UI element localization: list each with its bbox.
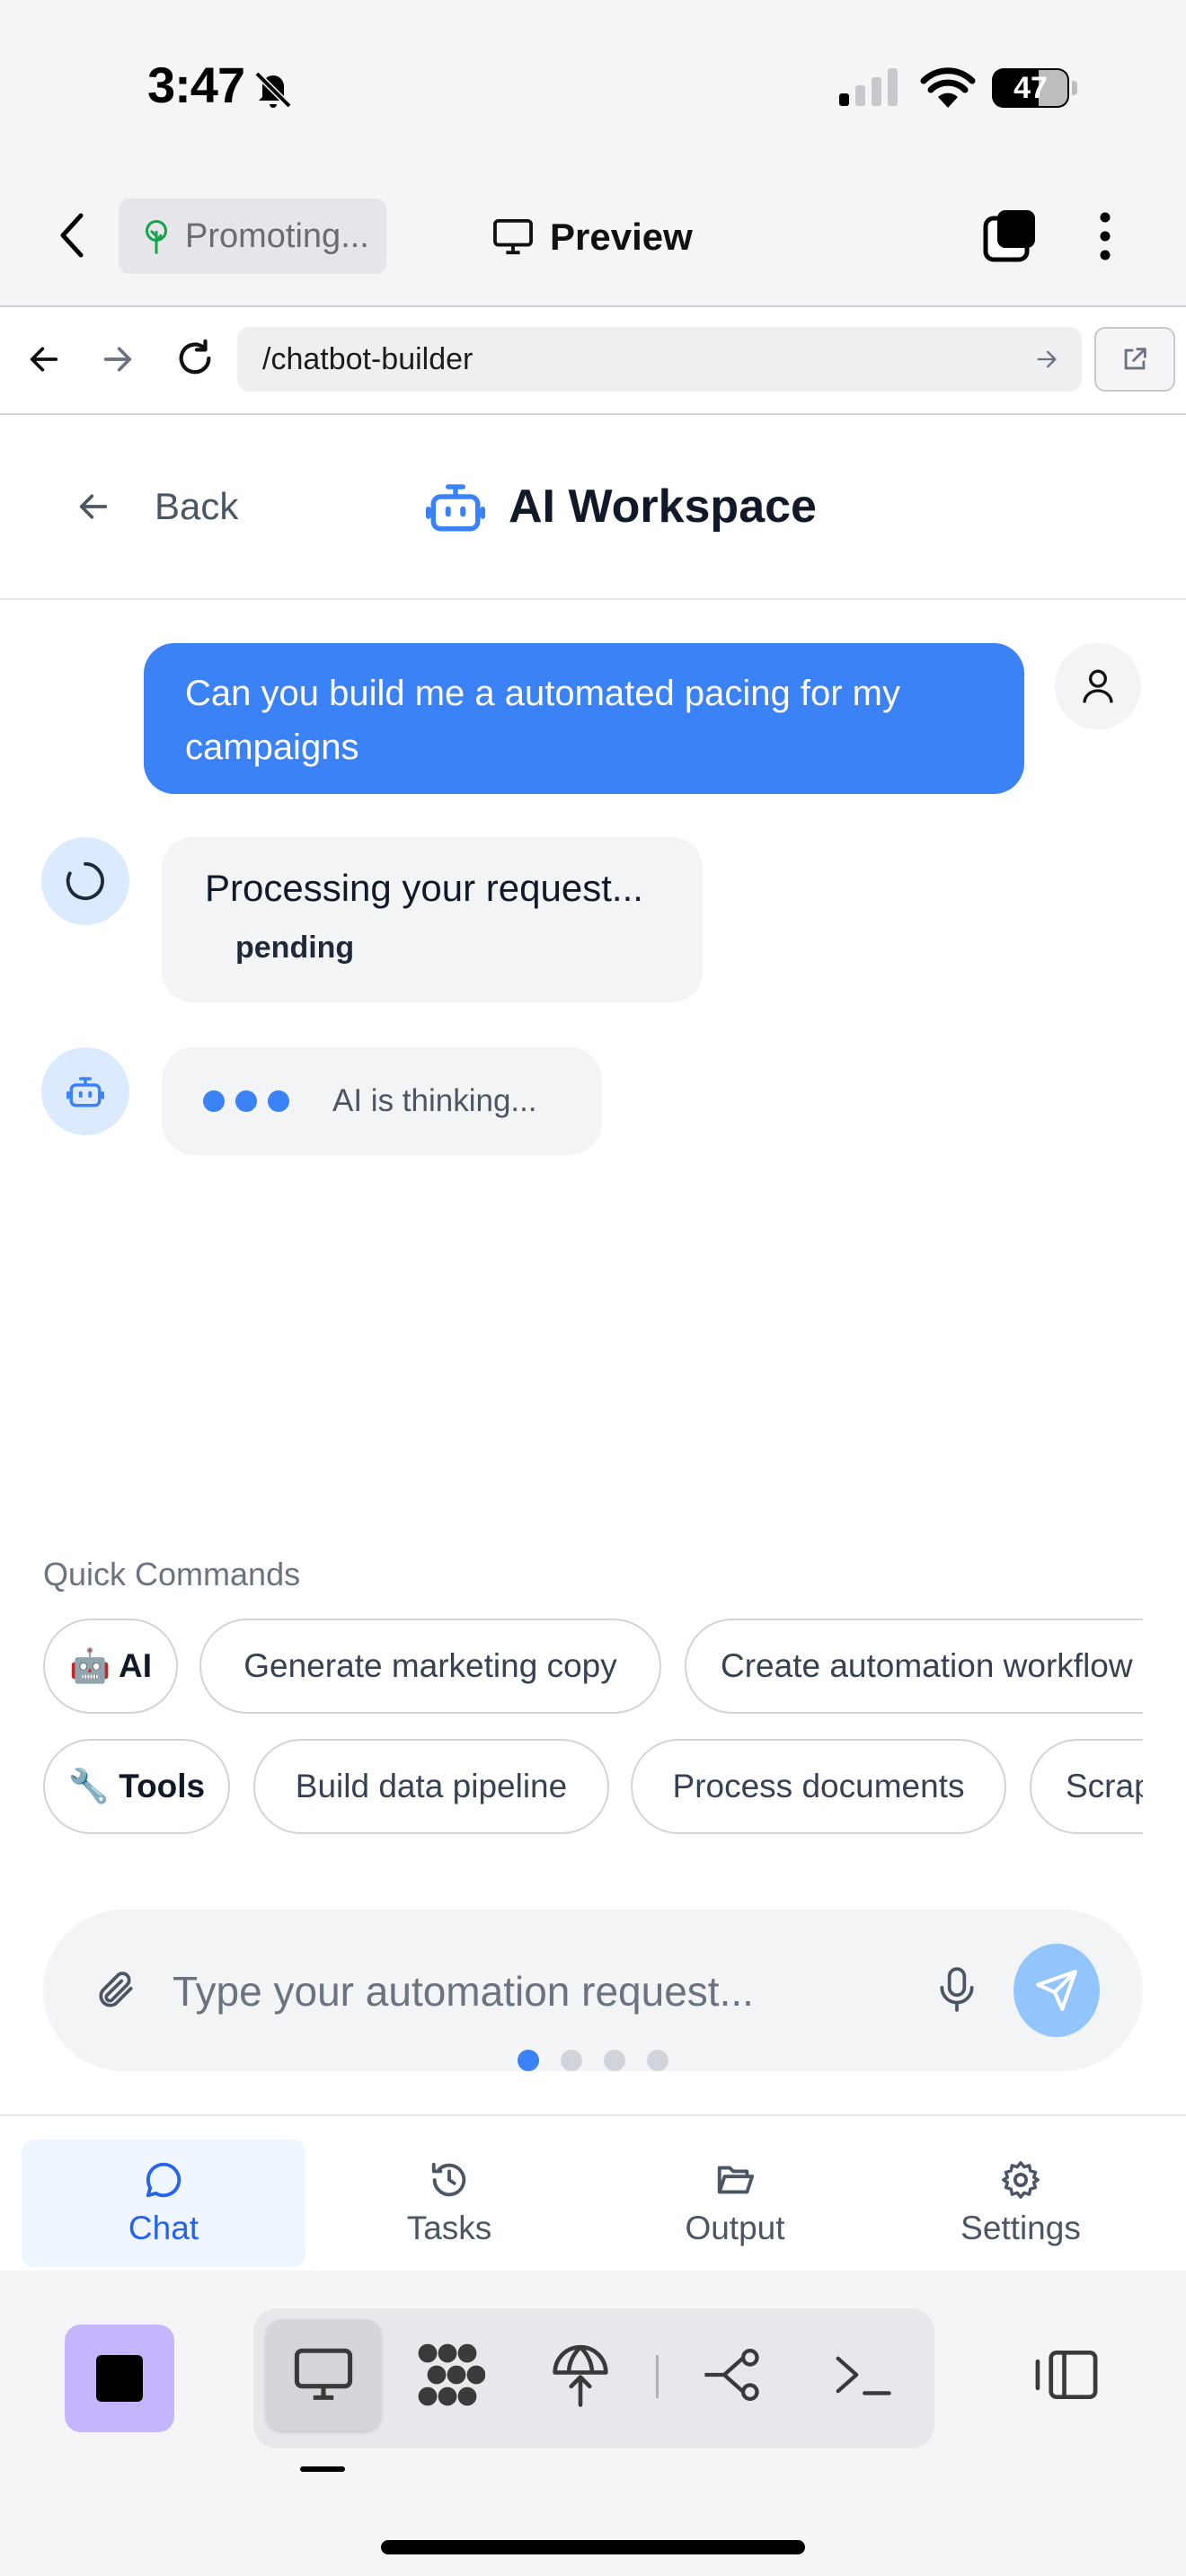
command-chip[interactable]: Process documents — [631, 1739, 1006, 1834]
bot-avatar — [41, 1047, 129, 1135]
gear-icon — [1002, 2161, 1040, 2199]
chat-bubble-icon — [146, 2162, 181, 2198]
thinking-indicator: AI is thinking... — [162, 1047, 602, 1155]
bot-icon — [66, 1077, 104, 1107]
workspace-title-text: AI Workspace — [509, 481, 817, 533]
command-chip[interactable]: Build data pipeline — [253, 1739, 609, 1834]
user-message-text: Can you build me a automated pacing for … — [185, 674, 900, 767]
category-chip-tools[interactable]: 🔧 Tools — [43, 1739, 230, 1834]
status-time: 3:47 — [147, 57, 245, 113]
browser-back-icon[interactable] — [25, 341, 63, 377]
user-avatar — [1055, 643, 1141, 729]
tab-chat-label: Chat — [128, 2210, 199, 2246]
tab-tasks-label: Tasks — [406, 2210, 492, 2246]
command-chip[interactable]: Create automation workflow — [685, 1619, 1186, 1714]
sprout-icon — [146, 220, 167, 254]
external-link-icon — [1124, 348, 1146, 370]
battery-indicator: 47 — [992, 68, 1077, 108]
active-tool-underline — [300, 2466, 345, 2472]
open-external-button[interactable] — [1094, 327, 1175, 392]
user-message: Can you build me a automated pacing for … — [144, 643, 1024, 794]
page-dot[interactable] — [561, 2050, 582, 2071]
message-input[interactable] — [173, 1960, 909, 2023]
panel-toggle-icon[interactable] — [1033, 2348, 1100, 2402]
tool-preview[interactable] — [266, 2319, 381, 2430]
page-dot[interactable] — [647, 2050, 668, 2071]
workspace-title: AI Workspace — [426, 469, 817, 544]
preview-title-text: Preview — [550, 216, 693, 258]
deploy-icon — [553, 2344, 608, 2407]
tab-settings-label: Settings — [960, 2210, 1081, 2246]
processing-avatar — [41, 837, 129, 925]
typing-dot — [268, 1090, 289, 1112]
browser-forward-icon[interactable] — [99, 341, 137, 377]
command-chip[interactable]: Generate marketing copy — [199, 1619, 661, 1714]
page-dot[interactable] — [518, 2050, 539, 2071]
workflow-icon — [704, 2349, 759, 2401]
tool-deploy[interactable] — [523, 2319, 638, 2430]
category-chip-ai[interactable]: 🤖 AI — [43, 1619, 178, 1714]
more-vertical-icon[interactable] — [1096, 210, 1114, 262]
reload-icon[interactable] — [174, 338, 216, 379]
send-icon — [1036, 1970, 1077, 2011]
paperclip-icon[interactable] — [93, 1967, 138, 2014]
typing-dot — [203, 1090, 225, 1112]
panel-layout-icon — [1035, 2350, 1098, 2400]
url-go-icon[interactable] — [1033, 347, 1060, 372]
user-icon — [1083, 669, 1113, 703]
loading-spinner-icon — [66, 861, 104, 901]
cellular-signal-icon — [839, 68, 900, 106]
tabs-switcher-icon[interactable] — [983, 208, 1037, 262]
tab-tasks[interactable]: Tasks — [307, 2139, 591, 2267]
quick-commands-label: Quick Commands — [43, 1556, 301, 1592]
processing-status: pending — [235, 931, 355, 965]
processing-message: Processing your request... pending — [162, 837, 703, 1002]
chips-scroll-edge — [1143, 1608, 1186, 1841]
typing-dot — [235, 1090, 257, 1112]
back-button[interactable]: Back — [75, 469, 238, 544]
tool-workflow[interactable] — [677, 2319, 792, 2430]
bot-icon — [426, 484, 485, 532]
folder-open-icon — [717, 2166, 755, 2194]
toolbar-divider — [656, 2355, 659, 2398]
back-label: Back — [155, 485, 239, 527]
arrow-left-icon — [79, 494, 108, 519]
terminal-icon — [836, 2356, 891, 2395]
preview-title: Preview — [492, 206, 693, 269]
chevron-left-icon[interactable] — [56, 210, 92, 260]
url-text: /chatbot-builder — [262, 341, 474, 376]
project-chip[interactable]: Promoting... — [119, 198, 386, 274]
page-dot[interactable] — [604, 2050, 625, 2071]
monitor-icon — [493, 218, 533, 255]
tool-terminal[interactable] — [805, 2319, 920, 2430]
tab-output-label: Output — [685, 2210, 785, 2246]
tab-chat[interactable]: Chat — [22, 2139, 305, 2267]
bell-muted-icon — [252, 70, 295, 110]
page-indicator — [518, 2050, 668, 2071]
microphone-icon[interactable] — [938, 1967, 976, 2012]
monitor-icon — [294, 2348, 353, 2400]
tab-output[interactable]: Output — [593, 2139, 877, 2267]
battery-level: 47 — [1013, 71, 1048, 105]
tool-apps[interactable] — [394, 2319, 509, 2430]
home-indicator — [381, 2540, 805, 2554]
stop-button[interactable] — [65, 2325, 174, 2432]
apps-grid-icon — [418, 2343, 485, 2406]
processing-text: Processing your request... — [205, 867, 643, 909]
wifi-icon — [920, 66, 976, 108]
stop-icon — [96, 2355, 143, 2402]
tab-settings[interactable]: Settings — [879, 2139, 1163, 2267]
history-icon — [431, 2162, 466, 2197]
url-field[interactable]: /chatbot-builder — [237, 327, 1082, 392]
send-button[interactable] — [1013, 1944, 1100, 2037]
thinking-text: AI is thinking... — [332, 1083, 537, 1118]
project-label: Promoting... — [185, 216, 369, 255]
